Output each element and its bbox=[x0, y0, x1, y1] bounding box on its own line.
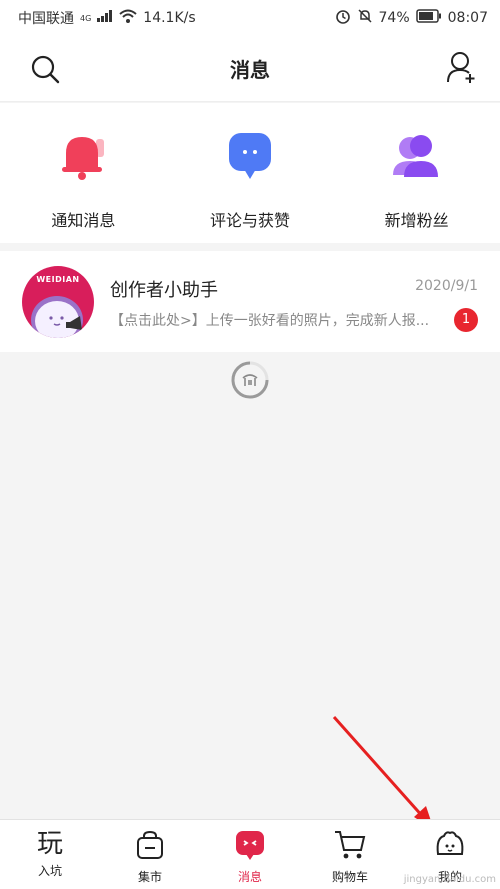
quick-action-comments-likes[interactable]: 评论与获赞 bbox=[175, 131, 325, 231]
watermark: jingyan.baidu.com bbox=[403, 874, 496, 885]
bell-icon bbox=[56, 131, 110, 187]
tab-cart[interactable]: 购物车 bbox=[300, 820, 400, 889]
quick-action-label: 新增粉丝 bbox=[384, 211, 449, 230]
sender-name: 创作者小助手 bbox=[110, 279, 218, 301]
battery-level: 74% bbox=[378, 10, 410, 26]
tab-rukeng[interactable]: 玩 入坑 bbox=[0, 820, 100, 889]
avatar: WEIDIAN bbox=[22, 265, 94, 338]
message-date: 2020/9/1 bbox=[415, 277, 478, 294]
page-header: 消息 bbox=[0, 36, 500, 102]
battery-icon bbox=[415, 9, 442, 27]
tab-label: 集市 bbox=[137, 870, 162, 884]
wifi-icon bbox=[119, 9, 137, 27]
carrier-label: 中国联通 bbox=[18, 11, 74, 27]
network-speed: 14.1K/s bbox=[143, 10, 196, 26]
message-icon bbox=[235, 830, 265, 864]
search-icon[interactable] bbox=[30, 54, 60, 88]
tab-label: 购物车 bbox=[331, 870, 368, 884]
message-preview: 【点击此处>】上传一张好看的照片，完成新人报... bbox=[110, 312, 430, 329]
tab-label: 消息 bbox=[237, 870, 262, 884]
signal-icon bbox=[97, 10, 113, 26]
quick-action-new-followers[interactable]: 新增粉丝 bbox=[342, 131, 492, 231]
chat-bubble-icon bbox=[223, 131, 277, 187]
tab-messages[interactable]: 消息 bbox=[200, 820, 300, 889]
tab-market[interactable]: 集市 bbox=[100, 820, 200, 889]
status-bar: 中国联通 4G 14.1K/s 74% 08:07 bbox=[0, 0, 500, 36]
cart-icon bbox=[334, 830, 366, 864]
wan-glyph-icon: 玩 bbox=[36, 829, 63, 859]
list-item[interactable]: WEIDIAN 创作者小助手 2020/9/1 【点击此处>】上传一张好看的照片… bbox=[0, 251, 500, 352]
clock: 08:07 bbox=[447, 10, 488, 26]
profile-icon bbox=[434, 830, 466, 864]
quick-action-label: 评论与获赞 bbox=[209, 211, 290, 230]
quick-action-label: 通知消息 bbox=[51, 211, 116, 230]
message-body: 创作者小助手 2020/9/1 【点击此处>】上传一张好看的照片，完成新人报..… bbox=[110, 266, 478, 338]
mute-bell-icon bbox=[357, 8, 373, 28]
tab-label: 入坑 bbox=[37, 864, 62, 878]
alarm-icon bbox=[335, 8, 351, 28]
page-title: 消息 bbox=[230, 58, 270, 82]
loading-spinner bbox=[230, 360, 270, 400]
quick-actions: 通知消息 评论与获赞 新增粉丝 bbox=[0, 103, 500, 243]
users-icon bbox=[390, 131, 444, 187]
add-friend-icon[interactable] bbox=[446, 50, 478, 88]
shopping-bag-icon bbox=[135, 830, 165, 864]
bottom-tab-bar: 玩 入坑 集市 消息 购物车 我的 jingyan.baidu.com bbox=[0, 819, 500, 889]
network-type: 4G bbox=[80, 13, 92, 23]
quick-action-notifications[interactable]: 通知消息 bbox=[8, 131, 158, 231]
unread-badge: 1 bbox=[454, 307, 478, 332]
